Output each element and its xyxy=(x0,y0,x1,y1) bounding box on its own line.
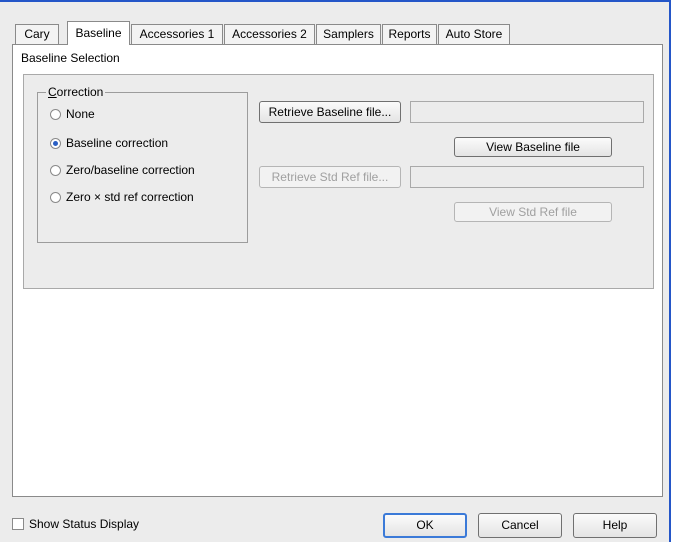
radio-none-label: None xyxy=(66,107,95,121)
radio-baseline-correction[interactable]: Baseline correction xyxy=(50,135,168,151)
tab-auto-store[interactable]: Auto Store xyxy=(438,24,510,44)
tab-accessories-2[interactable]: Accessories 2 xyxy=(224,24,315,44)
tab-samplers[interactable]: Samplers xyxy=(316,24,381,44)
radio-zero-baseline-correction-label: Zero/baseline correction xyxy=(66,163,195,177)
help-button[interactable]: Help xyxy=(573,513,657,538)
radio-baseline-correction-button[interactable] xyxy=(50,138,61,149)
baseline-selection-label: Baseline Selection xyxy=(21,51,120,65)
baseline-tab-panel: Baseline Selection Correction None Basel… xyxy=(12,44,663,497)
retrieve-baseline-file-button[interactable]: Retrieve Baseline file... xyxy=(259,101,401,123)
std-ref-file-field[interactable] xyxy=(410,166,644,188)
baseline-selection-frame: Correction None Baseline correction Zero… xyxy=(23,74,654,289)
radio-baseline-correction-label: Baseline correction xyxy=(66,136,169,150)
radio-none[interactable]: None xyxy=(50,106,95,122)
show-status-display-label: Show Status Display xyxy=(29,517,140,531)
cancel-button[interactable]: Cancel xyxy=(478,513,562,538)
tab-reports[interactable]: Reports xyxy=(382,24,437,44)
show-status-display-box[interactable] xyxy=(12,518,24,530)
radio-zero-baseline-correction[interactable]: Zero/baseline correction xyxy=(50,162,195,178)
radio-zero-std-ref-correction[interactable]: Zero × std ref correction xyxy=(50,189,194,205)
view-std-ref-file-button[interactable]: View Std Ref file xyxy=(454,202,612,222)
radio-none-button[interactable] xyxy=(50,109,61,120)
tab-cary[interactable]: Cary xyxy=(15,24,59,44)
radio-zero-std-ref-correction-button[interactable] xyxy=(50,192,61,203)
baseline-file-field[interactable] xyxy=(410,101,644,123)
retrieve-std-ref-file-button[interactable]: Retrieve Std Ref file... xyxy=(259,166,401,188)
baseline-dialog: Cary Baseline Accessories 1 Accessories … xyxy=(0,0,671,542)
tab-accessories-1[interactable]: Accessories 1 xyxy=(131,24,223,44)
radio-zero-std-ref-correction-label: Zero × std ref correction xyxy=(66,190,194,204)
ok-button[interactable]: OK xyxy=(383,513,467,538)
tab-baseline[interactable]: Baseline xyxy=(67,21,130,45)
view-baseline-file-button[interactable]: View Baseline file xyxy=(454,137,612,157)
radio-zero-baseline-correction-button[interactable] xyxy=(50,165,61,176)
correction-group: Correction None Baseline correction Zero… xyxy=(37,85,248,243)
correction-group-title: Correction xyxy=(46,85,106,99)
show-status-display-checkbox[interactable]: Show Status Display xyxy=(12,517,139,532)
